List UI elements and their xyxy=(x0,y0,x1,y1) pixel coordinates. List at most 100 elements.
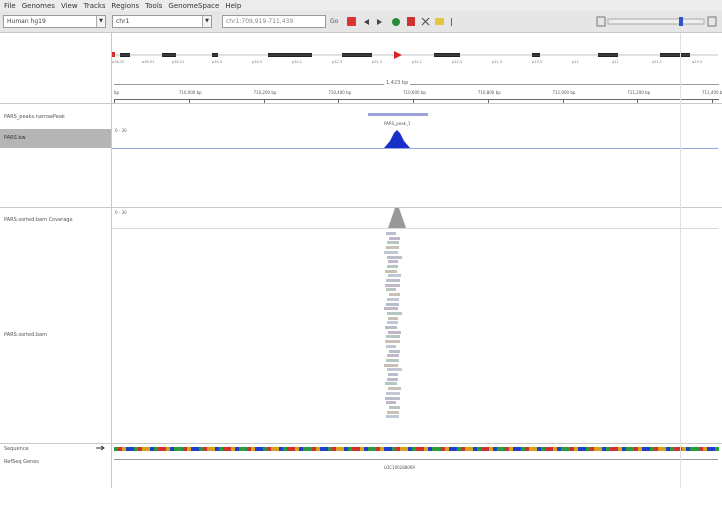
track-label-refseq[interactable]: RefSeq Genes xyxy=(4,459,39,465)
ideogram-red-marker xyxy=(112,52,115,57)
chevron-down-icon: ▼ xyxy=(202,16,211,27)
refresh-icon xyxy=(392,18,400,26)
chromosome-ideogram[interactable]: p36.33 p36.31 p36.21 p35.3 p34.3 p34.1 p32.3… xyxy=(112,48,718,64)
signal-baseline xyxy=(112,148,718,149)
read-segment[interactable] xyxy=(388,349,400,353)
read-segment[interactable] xyxy=(385,269,397,273)
read-segment[interactable] xyxy=(386,232,396,235)
track-label-alignments[interactable]: PARS.sorted.bam xyxy=(4,332,47,338)
read-segment[interactable] xyxy=(388,236,400,240)
svg-text:q12: q12 xyxy=(612,60,619,64)
refseq-gene-name: LOC100288069 xyxy=(384,465,415,470)
read-segment[interactable] xyxy=(388,373,398,376)
read-segment[interactable] xyxy=(386,377,398,381)
read-segment[interactable] xyxy=(386,264,398,268)
read-segment[interactable] xyxy=(386,321,398,325)
zoom-in-icon xyxy=(707,16,717,27)
read-segment[interactable] xyxy=(388,405,400,409)
svg-text:q21.1: q21.1 xyxy=(652,60,662,64)
ruler-tick xyxy=(712,99,713,103)
track-label-sequence[interactable]: Sequence xyxy=(4,446,29,452)
read-segment[interactable] xyxy=(384,340,400,344)
bottom-area xyxy=(0,488,722,528)
track-label-signal[interactable]: PARS.bw xyxy=(4,135,26,141)
read-segment[interactable] xyxy=(387,354,399,358)
ruler-tick-label: 710,000 bp xyxy=(178,90,202,95)
read-segment[interactable] xyxy=(388,316,398,320)
read-segment[interactable] xyxy=(386,311,402,315)
read-segment[interactable] xyxy=(388,260,398,264)
read-segment[interactable] xyxy=(386,391,400,395)
zoom-widget[interactable] xyxy=(596,16,720,28)
read-segment[interactable] xyxy=(387,330,401,334)
read-segment[interactable] xyxy=(384,250,398,254)
menu-regions[interactable]: Regions xyxy=(112,2,140,10)
menu-view[interactable]: View xyxy=(61,2,78,10)
locus-input[interactable]: chr1:709,919-711,439 xyxy=(222,15,326,28)
read-segment[interactable] xyxy=(384,283,400,287)
read-segment[interactable] xyxy=(387,274,401,278)
read-segment[interactable] xyxy=(386,335,400,339)
read-segment[interactable] xyxy=(387,241,399,245)
read-segment[interactable] xyxy=(388,293,400,297)
menu-tools[interactable]: Tools xyxy=(145,2,162,10)
toolbar-icons xyxy=(347,17,452,26)
ruler-tick-label: 711,200 bp xyxy=(627,90,651,95)
ruler-tick-label: 710,800 bp xyxy=(477,90,501,95)
ruler-tick-label: 711,400 bp xyxy=(702,90,722,95)
menu-tracks[interactable]: Tracks xyxy=(84,2,106,10)
locus-value: chr1:709,919-711,439 xyxy=(226,18,294,25)
menu-file[interactable]: File xyxy=(4,2,16,10)
coverage-baseline xyxy=(112,228,718,229)
read-segment[interactable] xyxy=(385,302,399,306)
go-button[interactable]: Go xyxy=(330,16,338,27)
read-segment[interactable] xyxy=(386,401,396,405)
right-scrollbar-edge[interactable] xyxy=(680,33,681,488)
svg-text:p12: p12 xyxy=(572,60,579,64)
read-segment[interactable] xyxy=(387,387,401,391)
read-segment[interactable] xyxy=(386,279,400,282)
read-segment[interactable] xyxy=(384,396,400,400)
header-divider xyxy=(0,103,722,104)
read-segment[interactable] xyxy=(385,415,399,419)
chromosome-dropdown[interactable]: chr1 ▼ xyxy=(112,15,212,28)
svg-text:p21.3: p21.3 xyxy=(492,60,502,64)
track-label-peaks[interactable]: PARS_peaks.narrowPeak xyxy=(4,114,65,120)
read-segment[interactable] xyxy=(384,307,398,311)
menu-help[interactable]: Help xyxy=(225,2,241,10)
name-panel-divider[interactable] xyxy=(111,33,112,528)
ruler-axis xyxy=(114,99,719,100)
menu-bar: File Genomes View Tracks Regions Tools G… xyxy=(0,0,722,11)
zoom-track xyxy=(607,18,705,25)
svg-text:p31.1: p31.1 xyxy=(412,60,422,64)
sequence-bases xyxy=(114,447,719,451)
ruler-tick-label: 710,400 bp xyxy=(328,90,352,95)
ruler-tick-label: 710,600 bp xyxy=(403,90,426,95)
read-segment[interactable] xyxy=(386,255,402,259)
peak-feature-bar[interactable] xyxy=(368,113,428,116)
read-segment[interactable] xyxy=(384,363,398,367)
read-segment[interactable] xyxy=(385,382,397,386)
read-segment[interactable] xyxy=(386,368,402,372)
sequence-base xyxy=(714,447,719,451)
refseq-gene-line[interactable] xyxy=(114,459,718,460)
svg-text:p36.31: p36.31 xyxy=(142,60,154,64)
strand-arrow-icon[interactable] xyxy=(96,446,106,451)
ruler-tick xyxy=(413,99,414,103)
track-label-coverage[interactable]: PARS.sorted.bam Coverage xyxy=(4,217,73,223)
read-segment[interactable] xyxy=(386,288,396,292)
read-segment[interactable] xyxy=(385,246,399,250)
genome-dropdown[interactable]: Human hg19 ▼ xyxy=(3,15,106,28)
read-segment[interactable] xyxy=(387,410,399,414)
menu-genomes[interactable]: Genomes xyxy=(22,2,55,10)
svg-text:p31.3: p31.3 xyxy=(372,60,382,64)
feature-panel-divider xyxy=(0,443,722,444)
read-segment[interactable] xyxy=(385,326,397,329)
zoom-out-icon xyxy=(596,16,606,27)
read-segment[interactable] xyxy=(385,358,399,362)
menu-genomespace[interactable]: GenomeSpace xyxy=(168,2,219,10)
read-segment[interactable] xyxy=(387,297,399,301)
ruler-tick xyxy=(562,99,564,103)
svg-text:p35.3: p35.3 xyxy=(212,60,222,64)
read-segment[interactable] xyxy=(386,344,396,348)
